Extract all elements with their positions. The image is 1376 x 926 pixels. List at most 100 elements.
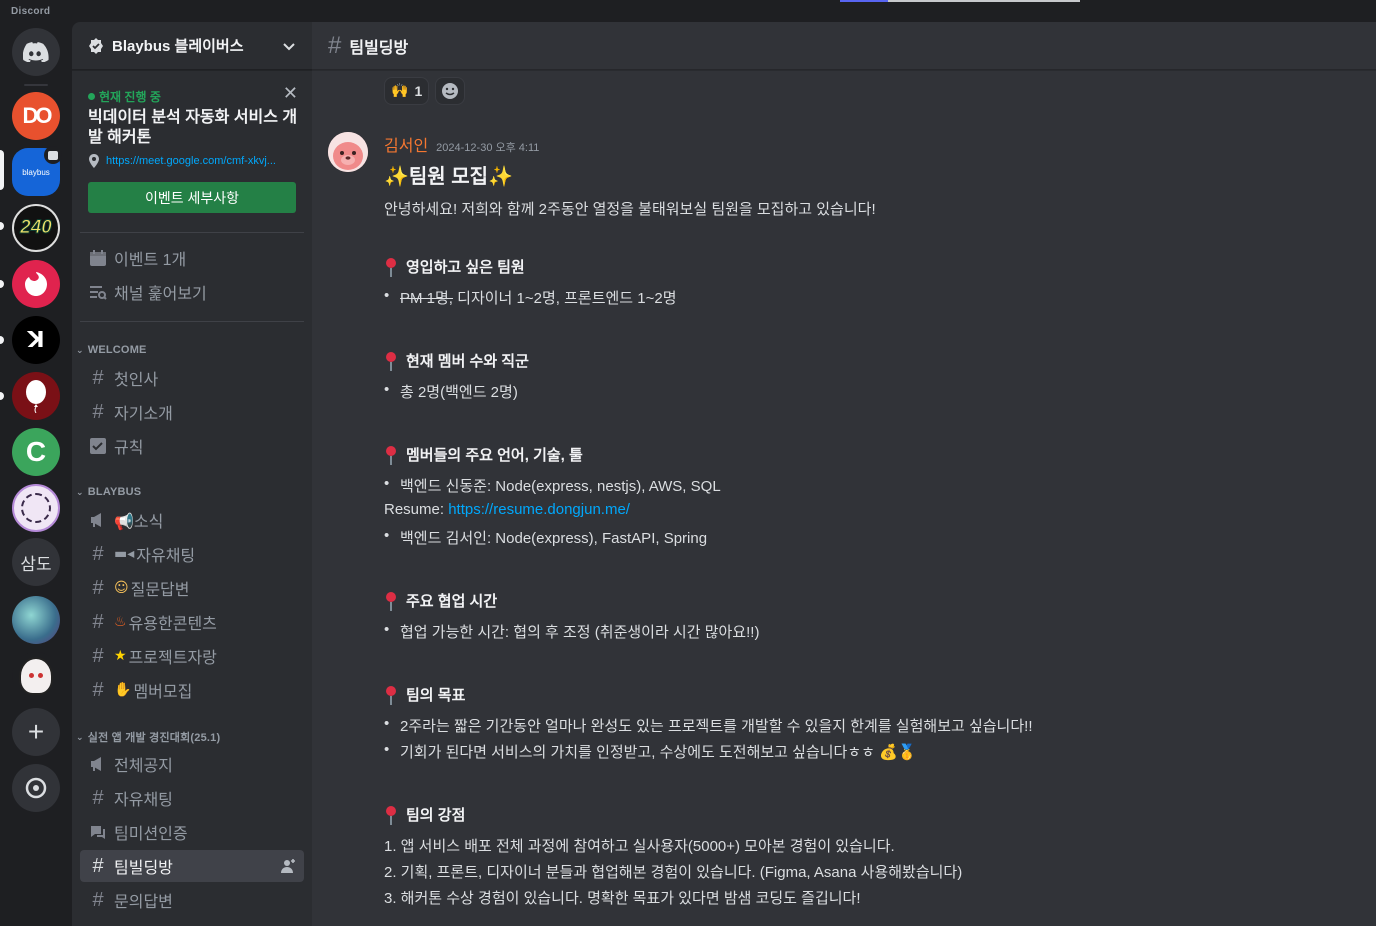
calendar-icon bbox=[88, 248, 108, 268]
browse-channels-button[interactable]: 채널 훑어보기 bbox=[80, 276, 304, 308]
browse-list-icon bbox=[88, 282, 108, 302]
list-item: 2주라는 짧은 기간동안 얼마나 완성도 있는 프로젝트를 개발할 수 있을지 … bbox=[384, 715, 1033, 736]
raised-hands-emoji-icon: 🙌 bbox=[391, 83, 409, 99]
close-icon[interactable]: ✕ bbox=[283, 84, 298, 102]
active-event-card: 현재 진행 중 ✕ 빅데이터 분석 자동화 서비스 개발 해커톤 https:/… bbox=[80, 78, 304, 218]
section-heading: 멤버들의 주요 언어, 기술, 툴 bbox=[384, 444, 583, 465]
discord-logo-icon bbox=[23, 42, 49, 62]
channel-project-showcase[interactable]: # ★ 프로젝트자랑 bbox=[80, 640, 304, 672]
ordered-item: 1. 앱 서비스 배포 전체 과정에 참여하고 실사용자(5000+) 모아본 … bbox=[384, 838, 895, 855]
hash-icon: # bbox=[92, 678, 104, 701]
channel-news[interactable]: 📢소식 bbox=[80, 504, 304, 536]
section-heading: 팀의 강점 bbox=[384, 804, 465, 825]
live-dot-icon bbox=[88, 93, 95, 100]
server-circle-logo[interactable] bbox=[12, 484, 60, 532]
server-do[interactable]: DO bbox=[12, 92, 60, 140]
event-location-link[interactable]: https://meet.google.com/cmf-xkvj... bbox=[88, 154, 298, 168]
list-item: 백엔드 김서인: Node(express), FastAPI, Spring bbox=[384, 527, 707, 548]
server-anime[interactable] bbox=[12, 652, 60, 700]
message-header: 김서인 2024-12-30 오후 4:11 bbox=[384, 132, 1364, 156]
circle-logo-icon bbox=[21, 493, 51, 523]
channel-qna[interactable]: # ☺ 질문답변 bbox=[80, 572, 304, 604]
channel-header: # 팀빌딩방 bbox=[312, 22, 1376, 70]
chevron-down-icon: ⌄ bbox=[76, 486, 84, 497]
avatar[interactable] bbox=[328, 132, 368, 172]
list-item: 협업 가능한 시간: 협의 후 조정 (취준생이라 시간 많아요!!) bbox=[384, 621, 759, 642]
chevron-down-icon: ⌄ bbox=[76, 731, 84, 742]
events-button[interactable]: 이벤트 1개 bbox=[80, 242, 304, 274]
hash-icon: # bbox=[92, 366, 104, 389]
list-item: PM 1명, 디자이너 1~2명, 프론트엔드 1~2명 bbox=[384, 287, 677, 308]
server-240[interactable]: 240 bbox=[12, 204, 60, 252]
chevron-down-icon bbox=[283, 42, 295, 50]
channel-rules[interactable]: 규칙 bbox=[80, 430, 304, 462]
server-blaybus[interactable]: blaybus bbox=[12, 146, 62, 196]
hash-thread-icon: # bbox=[92, 888, 104, 911]
server-samdo[interactable]: 삼도 bbox=[12, 538, 60, 586]
forum-icon bbox=[88, 822, 108, 842]
pushpin-icon bbox=[384, 805, 398, 825]
hash-icon: # bbox=[92, 400, 104, 423]
server-art[interactable] bbox=[12, 596, 60, 644]
divider bbox=[80, 321, 304, 322]
server-balloon[interactable] bbox=[12, 372, 60, 420]
guild-verified-icon bbox=[89, 37, 103, 54]
reaction-raised-hands[interactable]: 🙌 1 bbox=[384, 77, 430, 105]
list-item: 기회가 된다면 서비스의 가치를 인정받고, 수상에도 도전해보고 싶습니다ㅎㅎ… bbox=[384, 741, 916, 762]
balloon-icon bbox=[26, 380, 46, 413]
pushpin-icon bbox=[384, 591, 398, 611]
channel-member-recruit[interactable]: # ✋ 멤버모집 bbox=[80, 674, 304, 706]
section-heading: 팀의 목표 bbox=[384, 684, 465, 705]
add-server-button[interactable]: + bbox=[12, 708, 60, 756]
hash-thread-icon: # bbox=[92, 854, 104, 877]
channel-team-mission[interactable]: 팀미션인증 bbox=[80, 816, 304, 848]
title-bar: Discord bbox=[0, 0, 1376, 22]
guild-header[interactable]: Blaybus 블레이버스 bbox=[72, 22, 312, 70]
event-details-button[interactable]: 이벤트 세부사항 bbox=[88, 182, 296, 213]
unread-indicator bbox=[0, 222, 4, 230]
chevron-down-icon: ⌄ bbox=[76, 344, 84, 355]
add-reaction-button[interactable] bbox=[435, 77, 466, 105]
channel-team-building[interactable]: # 팀빌딩방 bbox=[80, 850, 304, 882]
server-nest[interactable] bbox=[12, 260, 60, 308]
section-heading: 주요 협업 시간 bbox=[384, 590, 497, 611]
channel-announcements[interactable]: 전체공지 bbox=[80, 748, 304, 780]
raising-hand-emoji-icon: ☺ bbox=[114, 580, 129, 596]
intro-text: 안녕하세요! 저희와 함께 2주동안 열정을 불태워보실 팀원을 모집하고 있습… bbox=[384, 201, 876, 218]
server-c[interactable]: C bbox=[12, 428, 60, 476]
resume-link[interactable]: https://resume.dongjun.me/ bbox=[448, 501, 630, 518]
invite-member-icon[interactable] bbox=[280, 858, 296, 879]
channel-name: 팀빌딩방 bbox=[349, 39, 409, 57]
announcement-icon bbox=[88, 754, 108, 774]
discord-app: Discord DO blaybus 240 ꓘ C 삼도 + Blaybus … bbox=[0, 0, 1376, 926]
event-calendar-icon bbox=[44, 146, 62, 164]
section-heading: 현재 멤버 수와 직군 bbox=[384, 350, 529, 371]
dash-emoji-icon: ▬◂ bbox=[114, 546, 135, 562]
channel-first-greeting[interactable]: # 첫인사 bbox=[80, 362, 304, 394]
category-blaybus[interactable]: ⌄ BLAYBUS bbox=[76, 486, 141, 498]
channel-introductions[interactable]: # 자기소개 bbox=[80, 396, 304, 428]
channel-useful-content[interactable]: # ♨ 유용한콘텐츠 bbox=[80, 606, 304, 638]
section-heading: 영입하고 싶은 팀원 bbox=[384, 256, 525, 277]
category-app-contest[interactable]: ⌄ 실전 앱 개발 경진대회(25.1) bbox=[76, 729, 220, 745]
hash-icon: # bbox=[92, 576, 104, 599]
author-name[interactable]: 김서인 bbox=[384, 132, 428, 156]
discord-home-button[interactable] bbox=[12, 28, 60, 76]
unread-indicator bbox=[0, 336, 4, 344]
chat-area: # 팀빌딩방 🙌 1 김서인 2024-12-30 오후 4:11 ✨팀원 모집… bbox=[312, 22, 1376, 926]
server-k[interactable]: ꓘ bbox=[12, 316, 60, 364]
cat-logo-icon bbox=[25, 272, 47, 296]
hash-icon: # bbox=[92, 644, 104, 667]
server-rail: DO blaybus 240 ꓘ C 삼도 + bbox=[0, 22, 72, 926]
channel-free-chat[interactable]: # ▬◂ 자유채팅 bbox=[80, 538, 304, 570]
k-logo-icon: ꓘ bbox=[27, 327, 45, 352]
hash-thread-icon: # bbox=[328, 31, 342, 59]
ordered-item: 3. 해커톤 수상 경험이 있습니다. 명확한 목표가 있다면 밤샘 코딩도 즐… bbox=[384, 890, 861, 907]
discover-button[interactable] bbox=[12, 764, 60, 812]
channel-inquiries[interactable]: # 문의답변 bbox=[80, 884, 304, 916]
channel-free-chat-2[interactable]: # 자유채팅 bbox=[80, 782, 304, 814]
resume-line: Resume: https://resume.dongjun.me/ bbox=[384, 501, 630, 518]
category-welcome[interactable]: ⌄ WELCOME bbox=[76, 344, 147, 356]
raised-hand-emoji-icon: ✋ bbox=[114, 682, 132, 698]
announcement-icon bbox=[88, 510, 108, 530]
